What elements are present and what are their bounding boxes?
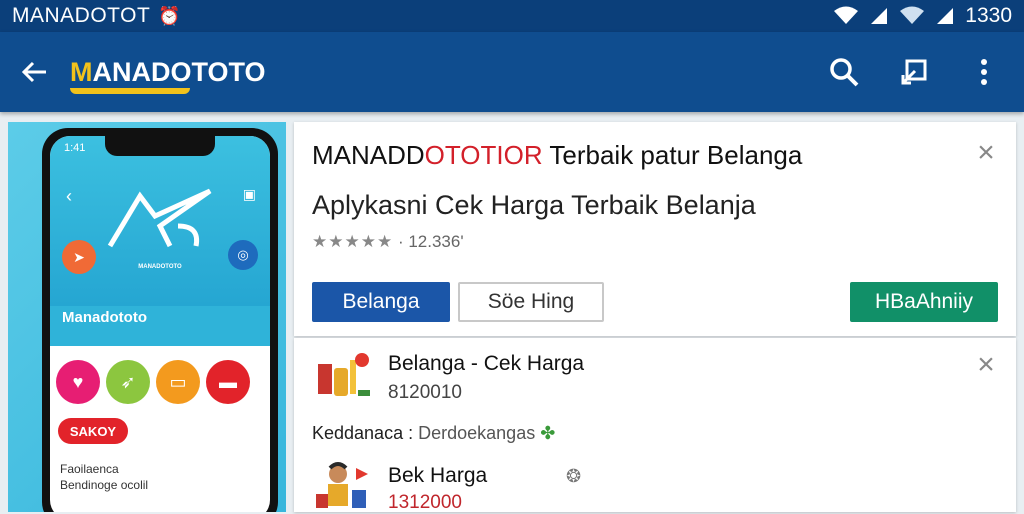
- signal-icon: [871, 8, 888, 24]
- item-meta: Keddanaca : Derdoekangas ✤: [312, 423, 555, 444]
- rating-count: · 12.336': [397, 232, 464, 251]
- status-bar: MANADOTOT ⏰ 1330: [0, 0, 1024, 32]
- back-arrow-icon[interactable]: [14, 54, 54, 90]
- heart-icon: ♥: [56, 360, 100, 404]
- item-2-thumbnail[interactable]: [312, 460, 376, 512]
- close-icon[interactable]: ×: [974, 138, 998, 168]
- phone-back-icon: ‹: [66, 186, 72, 206]
- shopper-icon: [316, 462, 368, 508]
- star-rating-icon: ★★★★★: [312, 232, 394, 251]
- phone-screen-header: 1:41 ‹ ▣ ➤ ◎ MANADOTOTO: [50, 136, 270, 306]
- status-app-title: MANADOTOT: [12, 4, 151, 27]
- phone-time: 1:41: [64, 142, 86, 154]
- more-vert-icon[interactable]: [966, 54, 1002, 90]
- card-icon: ▭: [156, 360, 200, 404]
- signal-icon-secondary: [937, 8, 954, 24]
- app-bar: MANADOTOTO: [0, 32, 1024, 112]
- app-title-part-2: OTOTIOR: [424, 140, 543, 170]
- meta-separator: :: [408, 423, 419, 443]
- install-button[interactable]: HBaAhniiy: [850, 282, 998, 322]
- chat-bubble-icon[interactable]: ❂: [566, 466, 581, 487]
- phone-text-line-1: Faoilaenca: [60, 462, 119, 476]
- phone-share-icon: ▣: [242, 186, 256, 202]
- logo-swoosh: [70, 87, 190, 94]
- app-title-part-3: Terbaik patur Belanga: [542, 140, 803, 170]
- item-1-title[interactable]: Belanga - Cek Harga: [388, 352, 584, 376]
- item-1-thumbnail[interactable]: [312, 350, 376, 402]
- promo-image-panel: 1:41 ‹ ▣ ➤ ◎ MANADOTOTO Manadototo ♥ ➶ ▭…: [8, 122, 286, 512]
- close-icon[interactable]: ×: [974, 350, 998, 380]
- phone-notch: [105, 136, 215, 156]
- secondary-button[interactable]: Söe Hing: [458, 282, 604, 322]
- logo-rest: ANADOTOTO: [92, 56, 266, 87]
- phone-text-line-2: Bendinoge ocolil: [60, 477, 149, 492]
- grocery-icon: [318, 353, 370, 396]
- share-icon[interactable]: [896, 54, 932, 90]
- send-icon: ➶: [106, 360, 150, 404]
- logo-initial: M: [70, 56, 93, 87]
- phone-brand-text: Manadototo: [62, 309, 147, 326]
- search-icon[interactable]: [826, 54, 862, 90]
- status-time: 1330: [965, 4, 1012, 27]
- phone-category-circles: ♥ ➶ ▭ ▬: [50, 346, 270, 404]
- alarm-icon: ⏰: [158, 5, 181, 26]
- phone-mockup: 1:41 ‹ ▣ ➤ ◎ MANADOTOTO Manadototo ♥ ➶ ▭…: [42, 128, 278, 512]
- minus-icon: ▬: [206, 360, 250, 404]
- status-right: 1330: [833, 4, 1012, 28]
- belanga-button[interactable]: Belanga: [312, 282, 450, 322]
- app-detail-card: MANADDOTOTIOR Terbaik patur Belanga × Ap…: [294, 122, 1016, 336]
- app-title: MANADDOTOTIOR Terbaik patur Belanga: [312, 140, 802, 171]
- item-2-price: 1312000: [388, 492, 462, 513]
- meta-value: Derdoekangas: [418, 423, 536, 443]
- meta-label: Keddanaca: [312, 423, 404, 443]
- app-logo: MANADOTOTO: [70, 56, 266, 94]
- related-items-card: Belanga - Cek Harga 8120010 × Keddanaca …: [294, 338, 1016, 513]
- app-bar-actions: [826, 54, 1010, 90]
- phone-logo-caption: MANADOTOTO: [138, 264, 182, 270]
- phone-text: Faoilaenca Bendinoge ocolil: [60, 462, 270, 493]
- wifi-icon-secondary: [900, 6, 925, 24]
- app-rating: ★★★★★ · 12.336': [312, 232, 464, 252]
- leaf-icon: ✤: [540, 423, 556, 443]
- item-2-title[interactable]: Bek Harga: [388, 464, 487, 488]
- app-title-part-1: MANADD: [312, 140, 425, 170]
- plane-logo-icon: [107, 188, 212, 248]
- phone-screen: 1:41 ‹ ▣ ➤ ◎ MANADOTOTO Manadototo ♥ ➶ ▭…: [50, 136, 270, 512]
- wifi-icon: [834, 6, 859, 24]
- item-1-price: 8120010: [388, 382, 462, 403]
- phone-badge: SAKOY: [58, 418, 128, 444]
- app-subtitle: Aplykasni Cek Harga Terbaik Belanja: [312, 190, 756, 220]
